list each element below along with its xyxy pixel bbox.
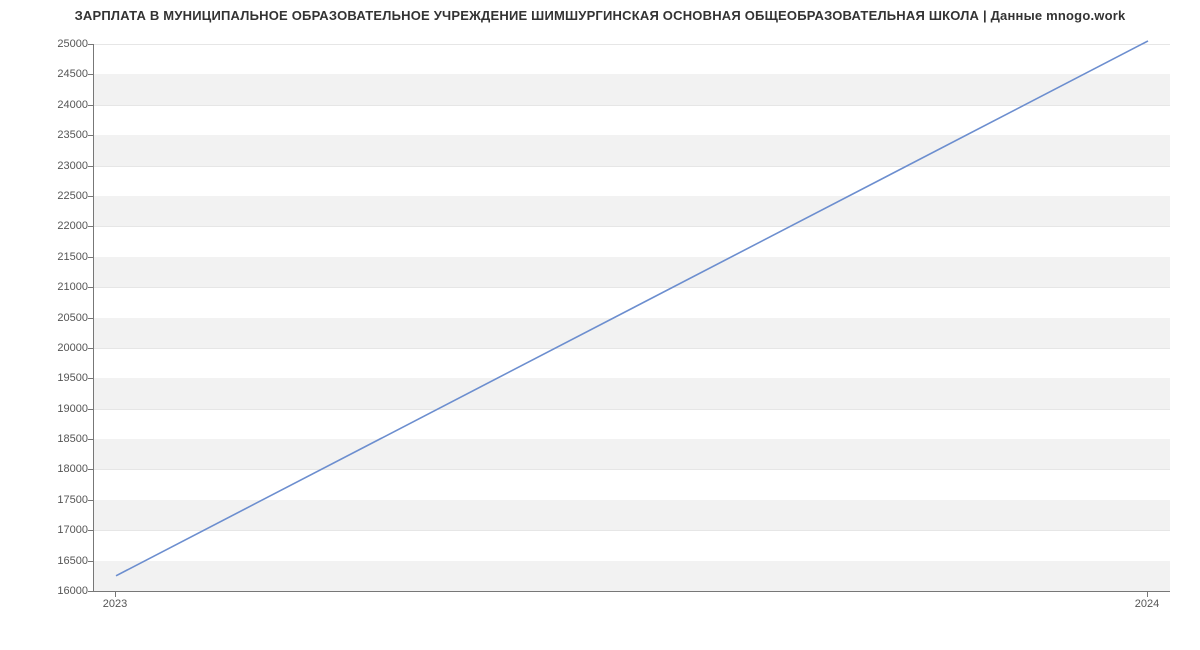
y-tick-mark: [88, 166, 93, 167]
y-tick-label: 17500: [8, 494, 88, 506]
y-tick-label: 24000: [8, 99, 88, 111]
y-tick-mark: [88, 74, 93, 75]
y-tick-mark: [88, 226, 93, 227]
y-tick-label: 23000: [8, 160, 88, 172]
y-tick-label: 16000: [8, 585, 88, 597]
y-tick-mark: [88, 530, 93, 531]
y-tick-mark: [88, 196, 93, 197]
y-tick-label: 18000: [8, 463, 88, 475]
y-tick-label: 19500: [8, 372, 88, 384]
y-tick-label: 22500: [8, 190, 88, 202]
plot-area: [93, 44, 1170, 592]
x-tick-mark: [115, 592, 116, 597]
y-tick-label: 24500: [8, 68, 88, 80]
chart-container: ЗАРПЛАТА В МУНИЦИПАЛЬНОЕ ОБРАЗОВАТЕЛЬНОЕ…: [0, 0, 1200, 650]
y-tick-label: 18500: [8, 433, 88, 445]
x-tick-label: 2024: [1135, 598, 1159, 610]
y-tick-mark: [88, 135, 93, 136]
y-tick-label: 20500: [8, 312, 88, 324]
y-tick-label: 25000: [8, 38, 88, 50]
y-tick-label: 16500: [8, 555, 88, 567]
y-tick-label: 21000: [8, 281, 88, 293]
series-line: [116, 41, 1148, 576]
y-tick-mark: [88, 105, 93, 106]
y-tick-mark: [88, 378, 93, 379]
y-tick-mark: [88, 257, 93, 258]
y-tick-label: 23500: [8, 129, 88, 141]
y-tick-mark: [88, 318, 93, 319]
y-tick-mark: [88, 439, 93, 440]
y-tick-mark: [88, 287, 93, 288]
chart-title: ЗАРПЛАТА В МУНИЦИПАЛЬНОЕ ОБРАЗОВАТЕЛЬНОЕ…: [0, 8, 1200, 23]
x-tick-label: 2023: [103, 598, 127, 610]
y-tick-mark: [88, 561, 93, 562]
y-tick-label: 22000: [8, 220, 88, 232]
y-tick-mark: [88, 44, 93, 45]
y-tick-mark: [88, 500, 93, 501]
y-tick-label: 17000: [8, 524, 88, 536]
y-tick-label: 21500: [8, 251, 88, 263]
x-tick-mark: [1147, 592, 1148, 597]
y-tick-mark: [88, 348, 93, 349]
y-tick-label: 19000: [8, 403, 88, 415]
y-tick-mark: [88, 469, 93, 470]
y-tick-mark: [88, 591, 93, 592]
y-tick-label: 20000: [8, 342, 88, 354]
line-layer: [94, 44, 1170, 591]
y-tick-mark: [88, 409, 93, 410]
